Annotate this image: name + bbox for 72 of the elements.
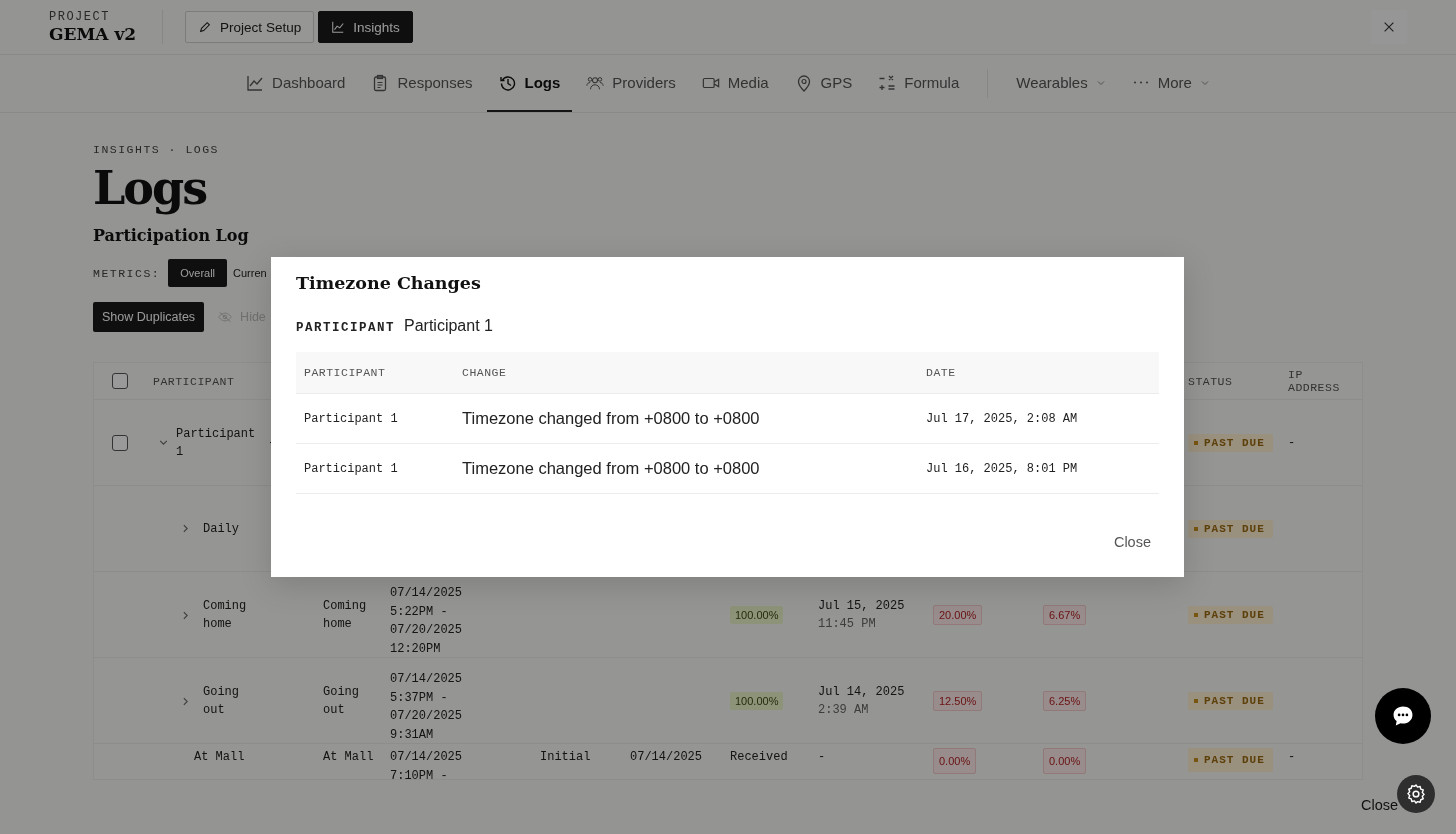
status-badge: PAST DUE [1188, 433, 1273, 452]
status-badge: PAST DUE [1188, 606, 1273, 624]
percent-badge: 100.00% [730, 606, 784, 624]
section-title: Participation Log [93, 226, 250, 245]
participant-name: Participant 1 [176, 425, 256, 461]
percent-badge: 6.67% [1043, 605, 1087, 625]
percent-badge: 12.50% [933, 691, 983, 711]
time-text: 2:39 AM [818, 702, 870, 719]
column-header: CHANGE [462, 366, 508, 379]
page-title: Logs [93, 160, 208, 216]
table-cell-text: - [268, 434, 276, 452]
percent-badge: 0.00% [1043, 748, 1087, 774]
nav-tab[interactable]: More [1119, 55, 1222, 112]
participant-name: Going out [203, 684, 240, 719]
project-name: GEMA v2 [49, 24, 137, 44]
date-range: 07/14/2025 5:22PM - 07/20/2025 12:20PM [390, 585, 463, 658]
participant-name: Daily [203, 520, 240, 538]
status-text: Received [730, 749, 788, 766]
time-text: 11:45 PM [818, 616, 877, 633]
nav-tab[interactable]: Wearables [1004, 55, 1118, 112]
nav-tab[interactable]: Logs [486, 55, 573, 112]
project-label: PROJECT [49, 10, 111, 24]
date-text: Jul 15, 2025 [818, 598, 905, 615]
column-header: PARTICIPANT [304, 366, 387, 379]
nav-tab[interactable]: Dashboard [234, 55, 358, 112]
table-cell-text: Jul 17, 2025, 2:08 AM [926, 411, 1079, 426]
status-badge: PAST DUE [1188, 519, 1273, 538]
dialog-title: Timezone Changes [296, 273, 482, 293]
participant-name: Coming home [203, 598, 248, 633]
participant-value: Participant 1 [404, 317, 493, 335]
date-text: - [818, 749, 826, 766]
table-cell-text: Initial [540, 749, 591, 766]
breadcrumb: INSIGHTS · LOGS [93, 143, 221, 156]
table-cell-text: Jul 16, 2025, 8:01 PM [926, 461, 1079, 476]
nav-tab[interactable]: Providers [574, 55, 688, 112]
show-duplicates-button[interactable]: Show Duplicates [93, 302, 205, 332]
close-button[interactable]: Close [1105, 530, 1159, 554]
table-cell-text: 07/14/2025 [630, 749, 703, 766]
status-badge: PAST DUE [1188, 692, 1273, 710]
column-header: PARTICIPANT [153, 374, 235, 388]
metrics-label: METRICS: [93, 266, 161, 280]
table-cell-text: Timezone changed from +0800 to +0800 [462, 409, 761, 428]
metric-option[interactable]: Curren [229, 259, 271, 287]
close-link[interactable]: Close [1361, 797, 1399, 813]
mode-tab[interactable]: Insights [318, 11, 413, 43]
date-text: Jul 14, 2025 [818, 684, 905, 701]
table-cell-text: Coming home [323, 598, 368, 633]
percent-badge: 20.00% [933, 605, 983, 625]
nav-tab[interactable]: Media [689, 55, 781, 112]
date-range: 07/14/2025 7:10PM - [390, 749, 463, 779]
table-cell: - [1288, 435, 1296, 450]
date-range: 07/14/2025 5:37PM - 07/20/2025 9:31AM [390, 671, 463, 744]
table-cell-text: Going out [323, 684, 360, 719]
column-header: DATE [926, 366, 957, 379]
nav-tab[interactable]: Responses [359, 55, 485, 112]
mode-tab[interactable]: Project Setup [185, 11, 315, 43]
percent-badge: 0.00% [933, 748, 977, 774]
metric-option[interactable]: Overall [168, 259, 228, 287]
table-cell-text: At Mall [323, 749, 374, 766]
participant-name: At Mall [194, 749, 246, 766]
nav-tab[interactable]: GPS [782, 55, 865, 112]
percent-badge: 6.25% [1043, 691, 1087, 711]
column-header: STATUS [1188, 374, 1233, 388]
nav-tab[interactable]: Formula [866, 55, 972, 112]
table-cell-text: - [1288, 749, 1296, 766]
status-badge: PAST DUE [1188, 748, 1273, 772]
table-cell-text: Participant 1 [304, 461, 399, 476]
table-cell-text: Timezone changed from +0800 to +0800 [462, 459, 761, 478]
column-header: IP ADDRESS [1288, 368, 1341, 394]
table-cell-text: Participant 1 [304, 411, 399, 426]
participant-label: PARTICIPANT [296, 321, 395, 335]
percent-badge: 100.00% [730, 692, 784, 710]
